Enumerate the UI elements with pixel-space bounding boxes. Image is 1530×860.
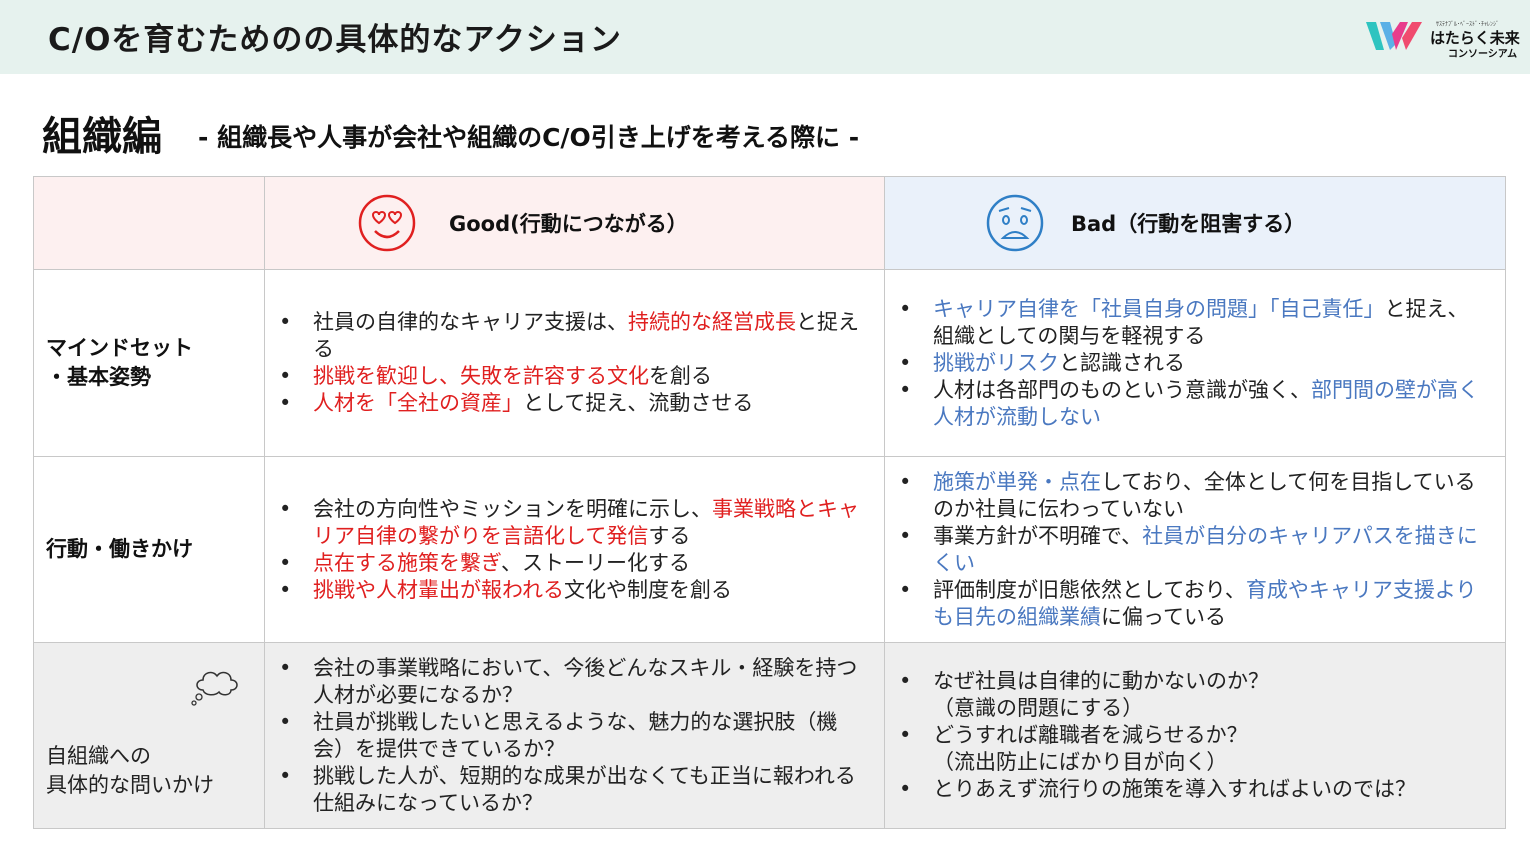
list-item: どうすれば離職者を減らせるか？（流出防止にばかり目が向く） <box>899 722 1485 776</box>
list-item: 社員が挑戦したいと思えるような、魅力的な選択肢（機会）を提供できているか？ <box>279 709 864 763</box>
row-label-line: マインドセット <box>46 336 193 360</box>
list-item: 人材を「全社の資産」として捉え、流動させる <box>279 390 864 417</box>
section-title: 組織編 <box>42 114 162 160</box>
mindset-good-cell: 社員の自律的なキャリア支援は、持続的な経営成長と捉える 挑戦を歓迎し、失敗を許容… <box>264 269 885 457</box>
row-label-mindset: マインドセット ・基本姿勢 <box>33 269 265 457</box>
row-label-line: 具体的な問いかけ <box>46 772 214 797</box>
header-bar: C/Oを育むためのの具体的なアクション ｻｽﾃﾅﾌﾞﾙ･ﾍﾞｰｽﾄﾞ･ﾁｬﾚﾝｼ… <box>0 0 1530 74</box>
logo-w-icon <box>1366 22 1422 50</box>
mindset-bad-cell: キャリア自律を「社員自身の問題」「自己責任」と捉え、組織としての関与を軽視する … <box>884 269 1506 457</box>
worried-face-icon <box>986 194 1044 252</box>
good-header: Good(行動につながる） <box>264 176 885 270</box>
bad-header-label: Bad（行動を阻害する） <box>1071 212 1306 236</box>
row-label-action: 行動・働きかけ <box>33 456 265 643</box>
action-good-cell: 会社の方向性やミッションを明確に示し、事業戦略とキャリア自律の繋がりを言語化して… <box>264 456 885 643</box>
thought-cloud-icon <box>191 671 238 706</box>
action-table: Good(行動につながる） Bad（行動を阻害する） マインドセット ・基本姿勢… <box>33 176 1506 829</box>
list-item: 事業方針が不明確で、社員が自分のキャリアパスを描きにくい <box>899 523 1485 577</box>
list-item: 人材は各部門のものという意識が強く、部門間の壁が高く人材が流動しない <box>899 377 1485 431</box>
bad-header: Bad（行動を阻害する） <box>884 176 1506 270</box>
list-item: キャリア自律を「社員自身の問題」「自己責任」と捉え、組織としての関与を軽視する <box>899 296 1485 350</box>
list-item: 評価制度が旧態依然としており、育成やキャリア支援よりも目先の組織業績に偏っている <box>899 577 1485 631</box>
list-item: 会社の事業戦略において、今後どんなスキル・経験を持つ人材が必要になるか？ <box>279 655 864 709</box>
questions-good-cell: 会社の事業戦略において、今後どんなスキル・経験を持つ人材が必要になるか？ 社員が… <box>264 642 885 829</box>
list-item: 挑戦がリスクと認識される <box>899 350 1485 377</box>
action-bad-cell: 施策が単発・点在しており、全体として何を目指しているのか社員に伝わっていない 事… <box>884 456 1506 643</box>
list-item: 社員の自律的なキャリア支援は、持続的な経営成長と捉える <box>279 309 864 363</box>
row-label-line: ・基本姿勢 <box>46 365 151 389</box>
list-item: 挑戦した人が、短期的な成果が出なくても正当に報われる仕組みになっているか？ <box>279 763 864 817</box>
list-item: 施策が単発・点在しており、全体として何を目指しているのか社員に伝わっていない <box>899 469 1485 523</box>
row-label-line: 自組織への <box>46 743 151 768</box>
list-item: なぜ社員は自律的に動かないのか？（意識の問題にする） <box>899 668 1485 722</box>
questions-bad-cell: なぜ社員は自律的に動かないのか？（意識の問題にする） どうすれば離職者を減らせる… <box>884 642 1506 829</box>
list-item: 会社の方向性やミッションを明確に示し、事業戦略とキャリア自律の繋がりを言語化して… <box>279 496 864 550</box>
heart-eyes-face-icon <box>358 194 416 252</box>
page-title: C/Oを育むためのの具体的なアクション <box>48 22 622 58</box>
logo-subname: コンソーシアム <box>1448 49 1518 60</box>
brand-logo: ｻｽﾃﾅﾌﾞﾙ･ﾍﾞｰｽﾄﾞ･ﾁｬﾚﾝｼﾞ はたらく未来 コンソーシアム <box>1366 16 1520 60</box>
list-item: 挑戦を歓迎し、失敗を許容する文化を創る <box>279 363 864 390</box>
list-item: 点在する施策を繋ぎ、ストーリー化する <box>279 550 864 577</box>
list-item: 挑戦や人材輩出が報われる文化や制度を創る <box>279 577 864 604</box>
row-label-line: 行動・働きかけ <box>46 537 193 561</box>
list-item: とりあえず流行りの施策を導入すればよいのでは？ <box>899 776 1485 803</box>
section-subtitle: - 組織長や人事が会社や組織のC/O引き上げを考える際に - <box>198 123 860 152</box>
good-header-label: Good(行動につながる） <box>449 212 688 236</box>
corner-cell <box>33 176 265 270</box>
row-label-questions: 自組織への 具体的な問いかけ <box>33 642 265 829</box>
